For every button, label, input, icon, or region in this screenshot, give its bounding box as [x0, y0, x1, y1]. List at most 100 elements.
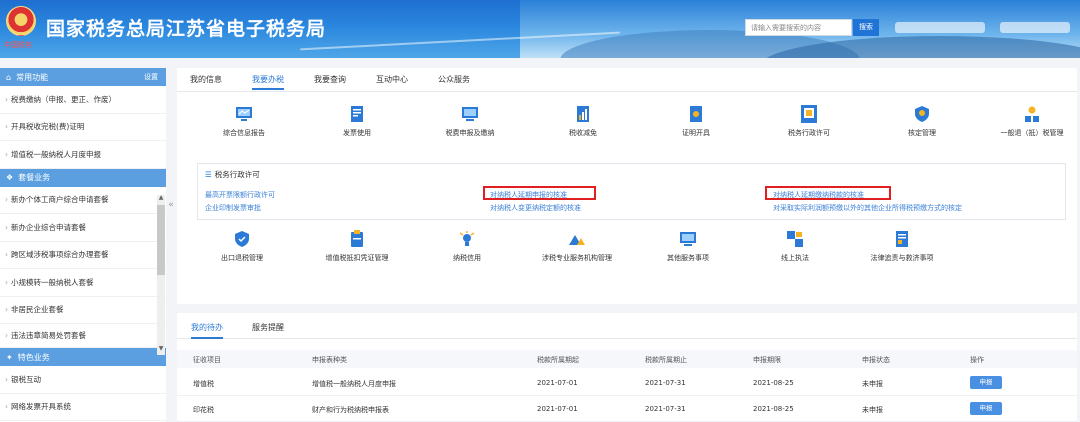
table-cell: 增值税 [193, 380, 214, 388]
license-icon [801, 105, 817, 123]
service-item[interactable]: 其他服务事项 [643, 229, 733, 263]
sidebar-item[interactable]: › 新办个体工商户综合申请套餐 [0, 187, 166, 214]
scroll-up-arrow-icon[interactable]: ▲ [157, 194, 165, 201]
sidebar-item[interactable]: › 跨区域涉税事项综合办理套餐 [0, 242, 166, 269]
user-info-blurred [895, 22, 985, 33]
agency-icon [569, 235, 585, 245]
column-header: 税款所属期起 [537, 356, 579, 364]
tab-public-service[interactable]: 公众服务 [438, 74, 470, 85]
service-item[interactable]: 法律追责与救济事项 [857, 229, 947, 263]
tab-query[interactable]: 我要查询 [314, 74, 346, 85]
sidebar-item[interactable]: › 税费缴纳（申报、更正、作废） [0, 86, 166, 114]
service-item[interactable]: 税费申报及缴纳 [425, 104, 515, 138]
tab-interaction[interactable]: 互动中心 [376, 74, 408, 85]
table-cell: 2021-07-31 [645, 379, 686, 387]
declare-button[interactable]: 申报 [970, 402, 1002, 415]
legal-icon [896, 231, 908, 247]
service-icon-row: 综合信息报告 发票使用 税费申报及缴纳 税收减免 证明开具 税务行政许可 核定管… [177, 104, 1077, 144]
search-input[interactable]: 请输入需要搜索的内容 [745, 19, 852, 36]
sidebar-item[interactable]: › 违法违章简易处罚套餐 [0, 324, 166, 348]
sidebar-item[interactable]: › 开具税收完税(费)证明 [0, 114, 166, 141]
reduction-icon [577, 106, 589, 122]
link-invoice-print-approval[interactable]: 企业印制发票审批 [205, 203, 261, 213]
service-item[interactable]: 线上执法 [750, 229, 840, 263]
table-cell: 财产和行为税纳税申报表 [312, 406, 389, 414]
table-cell: 2021-07-01 [537, 405, 578, 413]
package-icon: ❖ [6, 173, 14, 182]
column-header: 税款所属期止 [645, 356, 687, 364]
table-cell: 未申报 [862, 406, 883, 414]
column-header: 征收项目 [193, 356, 221, 364]
scroll-down-arrow-icon[interactable]: ▼ [157, 345, 165, 352]
search-button[interactable]: 搜索 [853, 19, 879, 36]
table-cell: 2021-08-25 [753, 405, 794, 413]
service-item[interactable]: 综合信息报告 [199, 104, 289, 138]
service-item[interactable]: 一般退（抵）税管理 [987, 104, 1077, 138]
tab-tax-handling[interactable]: 我要办税 [252, 74, 284, 90]
sidebar-item[interactable]: › 非居民企业套餐 [0, 297, 166, 324]
refund-icon [1025, 106, 1039, 122]
star-icon: ✦ [6, 352, 13, 362]
service-icon-row: 出口退税管理 增值税抵扣凭证管理 纳税信用 涉税专业服务机构管理 其他服务事项 … [177, 229, 1077, 269]
report-icon [236, 107, 252, 121]
sidebar-section-title: 特色业务 [17, 352, 50, 362]
link-quota-change[interactable]: 对纳税人变更纳税定额的核准 [490, 203, 581, 213]
subpanel-title: ☰ 税务行政许可 [205, 170, 260, 179]
sidebar-section-title: 常用功能 [16, 72, 49, 82]
sidebar-section-common[interactable]: ⌂ 常用功能 设置 [0, 68, 166, 86]
service-item[interactable]: 核定管理 [877, 104, 967, 138]
tab-my-info[interactable]: 我的信息 [190, 74, 222, 85]
certificate-icon [690, 106, 702, 122]
site-header: 中国税务 国家税务总局江苏省电子税务局 请输入需要搜索的内容 搜索 [0, 0, 1080, 58]
main-tabs: 我的信息 我要办税 我要查询 互动中心 公众服务 [177, 68, 1077, 92]
table-cell: 增值税一般纳税人月度申报 [312, 380, 396, 388]
todo-tabs: 我的待办 服务提醒 [177, 313, 1077, 339]
sidebar-scrollbar-thumb[interactable] [157, 205, 165, 275]
user-info-blurred [1000, 22, 1070, 33]
link-prepayment-method[interactable]: 对采取实际利润额预缴以外的其他企业所得税预缴方式的核定 [773, 203, 962, 213]
credit-icon [459, 231, 475, 246]
shield-icon [915, 106, 929, 122]
logo-subtext: 中国税务 [4, 41, 32, 49]
declare-icon [462, 107, 478, 121]
link-invoice-limit[interactable]: 最高开票限额行政许可 [205, 190, 275, 200]
column-header: 申报状态 [862, 356, 890, 364]
service-item[interactable]: 纳税信用 [422, 229, 512, 263]
tax-license-subpanel: ☰ 税务行政许可 最高开票限额行政许可 企业印制发票审批 对纳税人延期申报的核准 … [197, 163, 1066, 220]
tab-my-todo[interactable]: 我的待办 [191, 322, 223, 339]
sidebar-section-special[interactable]: ✦ 特色业务 [0, 348, 166, 366]
collapse-sidebar-icon[interactable]: « [166, 200, 176, 220]
list-icon: ☰ [205, 170, 212, 179]
table-header: 征收项目 申报表种类 税款所属期起 税款所属期止 申报期限 申报状态 操作 [177, 350, 1077, 368]
sidebar-item[interactable]: › 新办企业综合申请套餐 [0, 214, 166, 242]
sidebar-item[interactable]: › 网络发票开具系统 [0, 394, 166, 421]
service-item[interactable]: 涉税专业服务机构管理 [532, 229, 622, 263]
sidebar-item[interactable]: › 增值税一般纳税人月度申报 [0, 141, 166, 169]
tax-emblem-logo [6, 6, 36, 36]
home-icon: ⌂ [6, 72, 12, 82]
sidebar: ⌂ 常用功能 设置 › 税费缴纳（申报、更正、作废） › 开具税收完税(费)证明 ›… [0, 68, 166, 422]
service-item[interactable]: 出口退税管理 [197, 229, 287, 263]
table-cell: 2021-08-25 [753, 379, 794, 387]
service-item[interactable]: 增值税抵扣凭证管理 [312, 229, 402, 263]
table-cell: 印花税 [193, 406, 214, 414]
tab-service-reminder[interactable]: 服务提醒 [252, 322, 284, 333]
site-title: 国家税务总局江苏省电子税务局 [46, 18, 327, 40]
invoice-icon [351, 106, 363, 122]
service-item[interactable]: 发票使用 [312, 104, 402, 138]
sidebar-item[interactable]: › 银税互动 [0, 366, 166, 394]
service-item[interactable]: 税收减免 [538, 104, 628, 138]
sidebar-settings-link[interactable]: 设置 [144, 72, 158, 82]
table-row: 增值税 增值税一般纳税人月度申报 2021-07-01 2021-07-31 2… [177, 370, 1077, 396]
highlight-box [765, 186, 891, 200]
service-item[interactable]: 税务行政许可 [764, 104, 854, 138]
todo-panel: 我的待办 服务提醒 征收项目 申报表种类 税款所属期起 税款所属期止 申报期限 … [177, 313, 1077, 422]
declare-button[interactable]: 申报 [970, 376, 1002, 389]
table-cell: 2021-07-01 [537, 379, 578, 387]
sidebar-section-package[interactable]: ❖ 套餐业务 [0, 168, 166, 187]
monitor-icon [680, 232, 696, 246]
column-header: 申报期限 [753, 356, 781, 364]
service-item[interactable]: 证明开具 [651, 104, 741, 138]
sidebar-item[interactable]: › 小规模转一般纳税人套餐 [0, 269, 166, 297]
highlight-box [483, 186, 596, 200]
